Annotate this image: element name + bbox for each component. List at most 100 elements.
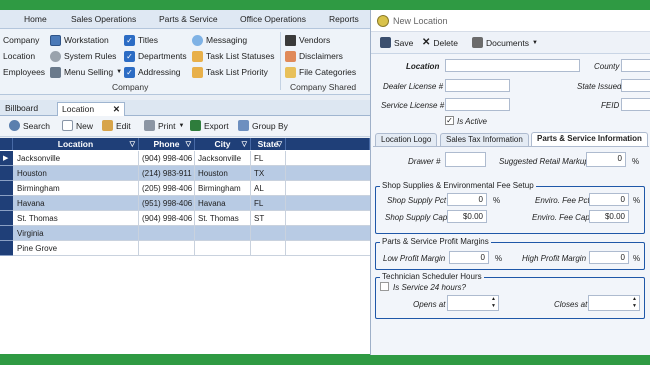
column-header-city[interactable]: City ▽ — [195, 138, 251, 150]
column-header-phone[interactable]: Phone ▽ — [139, 138, 195, 150]
new-button[interactable]: New — [62, 120, 93, 131]
messaging-button[interactable]: Messaging — [192, 33, 247, 47]
cell-location[interactable]: St. Thomas — [13, 211, 139, 226]
tab-parts-service-information[interactable]: Parts & Service Information — [531, 132, 648, 147]
table-row[interactable]: Virginia — [0, 226, 370, 241]
high-profit-margin-field[interactable]: 0 — [589, 251, 629, 264]
workstation-button[interactable]: Workstation — [50, 33, 109, 47]
cell-state[interactable] — [251, 226, 286, 241]
cell-location[interactable]: Birmingham — [13, 181, 139, 196]
filter-icon[interactable]: ▽ — [277, 140, 282, 148]
task-list-statuses-button[interactable]: Task List Statuses — [192, 49, 275, 63]
drawer-field[interactable] — [445, 152, 486, 167]
company-button[interactable]: Company — [3, 33, 39, 47]
table-row[interactable]: Pine Grove — [0, 241, 370, 256]
tab-location-logo[interactable]: Location Logo — [375, 133, 438, 147]
spin-up-icon[interactable]: ▲ — [632, 296, 637, 302]
closes-at-field[interactable]: ▲ ▼ — [588, 295, 640, 311]
table-row[interactable]: ▶ Jacksonville (904) 998-406 Jacksonvill… — [0, 151, 370, 166]
table-row[interactable]: St. Thomas (904) 998-406 St. Thomas ST — [0, 211, 370, 226]
state-issued-field[interactable] — [621, 79, 650, 92]
tab-sales-tax-information[interactable]: Sales Tax Information — [440, 133, 529, 147]
addressing-button[interactable]: ✓ Addressing — [124, 65, 181, 79]
tab-billboard[interactable]: Billboard — [1, 102, 42, 116]
service-license-field[interactable] — [445, 98, 510, 111]
cell-phone[interactable]: (205) 998-406 — [139, 181, 195, 196]
system-rules-button[interactable]: System Rules — [50, 49, 116, 63]
tab-location-list[interactable]: Location List ✕ — [57, 102, 125, 124]
edit-button[interactable]: Edit — [102, 120, 131, 131]
column-header-state[interactable]: State ▽ — [251, 138, 286, 150]
filter-icon[interactable]: ▽ — [186, 140, 191, 148]
enviro-fee-pct-field[interactable]: 0 — [589, 193, 629, 206]
shop-supply-cap-field[interactable]: $0.00 — [447, 210, 487, 223]
disclaimers-button[interactable]: Disclaimers — [285, 49, 343, 63]
cell-city[interactable]: Birmingham — [195, 181, 251, 196]
employees-button[interactable]: Employees — [3, 65, 45, 79]
county-field[interactable] — [621, 59, 650, 72]
cell-phone[interactable]: (904) 998-406 — [139, 151, 195, 166]
cell-city[interactable]: St. Thomas — [195, 211, 251, 226]
location-button[interactable]: Location — [3, 49, 35, 63]
table-row[interactable]: Havana (951) 998-406 Havana FL — [0, 196, 370, 211]
menu-office-operations[interactable]: Office Operations — [240, 14, 306, 24]
table-row[interactable]: Houston (214) 983-911 Houston TX — [0, 166, 370, 181]
cell-phone[interactable]: (214) 983-911 — [139, 166, 195, 181]
shop-supply-pct-field[interactable]: 0 — [447, 193, 487, 206]
print-button[interactable]: Print ▼ — [144, 120, 184, 131]
is-active-checkbox[interactable]: ✓ — [445, 116, 454, 125]
cell-state[interactable]: FL — [251, 196, 286, 211]
group-by-button[interactable]: Group By — [238, 120, 288, 131]
opens-at-field[interactable]: ▲ ▼ — [447, 295, 499, 311]
menu-selling-button[interactable]: Menu Selling ▼ — [50, 65, 122, 79]
search-button[interactable]: Search — [9, 120, 50, 131]
spin-up-icon[interactable]: ▲ — [491, 296, 496, 302]
cell-location[interactable]: Virginia — [13, 226, 139, 241]
menu-sales-operations[interactable]: Sales Operations — [71, 14, 136, 24]
cell-location[interactable]: Houston — [13, 166, 139, 181]
cell-location[interactable]: Jacksonville — [13, 151, 139, 166]
cell-phone[interactable] — [139, 226, 195, 241]
cell-city[interactable] — [195, 241, 251, 256]
menu-parts-service[interactable]: Parts & Service — [159, 14, 218, 24]
cell-city[interactable] — [195, 226, 251, 241]
enviro-fee-cap-field[interactable]: $0.00 — [589, 210, 629, 223]
menu-home[interactable]: Home — [24, 14, 47, 24]
table-row[interactable]: Birmingham (205) 998-406 Birmingham AL — [0, 181, 370, 196]
cell-state[interactable] — [251, 241, 286, 256]
titles-button[interactable]: ✓ Titles — [124, 33, 158, 47]
close-icon[interactable]: ✕ — [113, 104, 120, 115]
spin-down-icon[interactable]: ▼ — [491, 303, 496, 309]
menu-reports[interactable]: Reports — [329, 14, 359, 24]
suggested-retail-markup-field[interactable]: 0 — [586, 152, 626, 167]
cell-state[interactable]: FL — [251, 151, 286, 166]
spin-down-icon[interactable]: ▼ — [632, 303, 637, 309]
service-24-checkbox[interactable] — [380, 282, 389, 291]
cell-phone[interactable]: (951) 998-406 — [139, 196, 195, 211]
filter-icon[interactable]: ▽ — [130, 140, 135, 148]
low-profit-margin-field[interactable]: 0 — [449, 251, 489, 264]
cell-city[interactable]: Houston — [195, 166, 251, 181]
filter-icon[interactable]: ▽ — [242, 140, 247, 148]
save-button[interactable]: Save — [380, 37, 413, 48]
cell-phone[interactable] — [139, 241, 195, 256]
export-button[interactable]: Export — [190, 120, 229, 131]
vendors-button[interactable]: Vendors — [285, 33, 330, 47]
cell-city[interactable]: Jacksonville — [195, 151, 251, 166]
departments-button[interactable]: ✓ Departments — [124, 49, 187, 63]
file-categories-button[interactable]: File Categories — [285, 65, 356, 79]
task-list-priority-button[interactable]: Task List Priority — [192, 65, 268, 79]
cell-state[interactable]: AL — [251, 181, 286, 196]
cell-city[interactable]: Havana — [195, 196, 251, 211]
dealer-license-field[interactable] — [445, 79, 510, 92]
documents-button[interactable]: Documents ▼ — [472, 37, 538, 48]
cell-state[interactable]: TX — [251, 166, 286, 181]
cell-location[interactable]: Havana — [13, 196, 139, 211]
column-header-location[interactable]: Location ▽ — [13, 138, 139, 150]
cell-phone[interactable]: (904) 998-406 — [139, 211, 195, 226]
delete-button[interactable]: ✕ Delete — [422, 37, 458, 48]
location-field[interactable] — [445, 59, 580, 72]
cell-location[interactable]: Pine Grove — [13, 241, 139, 256]
cell-state[interactable]: ST — [251, 211, 286, 226]
feid-field[interactable] — [621, 98, 650, 111]
